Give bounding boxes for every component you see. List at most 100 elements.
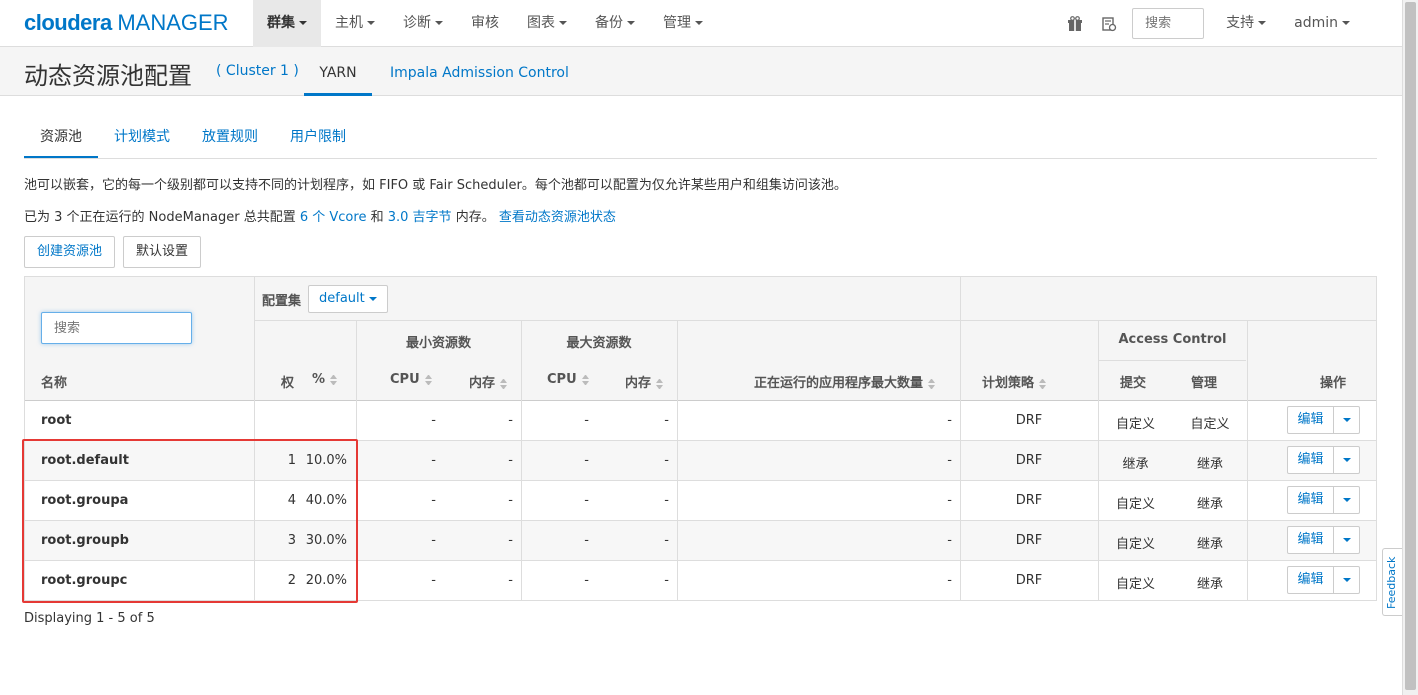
chevron-down-icon [1342,498,1351,502]
admin-access: 继承 [1196,537,1223,552]
chevron-down-icon [1342,578,1351,582]
config-set-dropdown[interactable]: default [308,285,388,313]
max-cpu: - [584,493,589,508]
tab-placement-rules[interactable]: 放置规则 [186,121,274,159]
max-cpu: - [584,413,589,428]
percent-column-header[interactable]: % [312,372,337,387]
divider [1247,320,1248,600]
scheduling-policy: DRF [1015,533,1043,548]
name-column-header[interactable]: 名称 [41,372,67,391]
scrollbar-thumb[interactable] [1405,2,1416,690]
max-cpu-column-header[interactable]: CPU [547,372,589,387]
edit-dropdown-toggle[interactable] [1334,566,1360,594]
cloudera-manager-logo[interactable]: cloudera MANAGER [24,10,229,36]
max-running-apps-column-header[interactable]: 正在运行的应用程序最大数量 [754,372,935,391]
min-memory: - [508,533,513,548]
default-settings-button[interactable]: 默认设置 [123,236,202,268]
max-memory-column-header[interactable]: 内存 [625,372,663,391]
menu-clusters[interactable]: 群集 [253,0,321,47]
submit-access: 自定义 [1115,577,1155,592]
edit-button-group: 编辑 [1287,486,1360,514]
scheduling-policy: DRF [1015,573,1043,588]
menu-support[interactable]: 支持 [1212,0,1280,47]
memory-link[interactable]: 3.0 吉字节 [388,210,452,225]
menu-backup[interactable]: 备份 [581,0,649,47]
edit-dropdown-toggle[interactable] [1334,526,1360,554]
tab-user-limits[interactable]: 用户限制 [274,121,362,159]
chevron-down-icon [1342,538,1351,542]
menu-administration[interactable]: 管理 [649,0,717,47]
divider [254,320,1376,321]
feedback-tab[interactable]: Feedback [1382,548,1402,616]
menu-hosts[interactable]: 主机 [321,0,389,47]
global-search-input[interactable] [1132,8,1205,39]
edit-dropdown-toggle[interactable] [1334,446,1360,474]
edit-button[interactable]: 编辑 [1287,406,1334,434]
chevron-down-icon [367,21,375,25]
divider [960,277,961,600]
max-memory: - [664,573,669,588]
chevron-down-icon [299,21,307,25]
parcel-icon[interactable] [1058,0,1092,47]
edit-dropdown-toggle[interactable] [1334,486,1360,514]
max-running-apps: - [947,533,952,548]
create-pool-button[interactable]: 创建资源池 [24,236,116,268]
edit-button[interactable]: 编辑 [1287,566,1334,594]
sort-icon [1039,379,1046,389]
max-memory: - [664,533,669,548]
vertical-scrollbar[interactable] [1402,0,1418,695]
weight-column-header[interactable]: 权 [281,372,294,391]
max-running-apps: - [947,573,952,588]
edit-button-group: 编辑 [1287,446,1360,474]
tabs-divider [24,158,1377,159]
pool-status-link[interactable]: 查看动态资源池状态 [499,210,616,225]
edit-button[interactable]: 编辑 [1287,486,1334,514]
max-memory: - [664,413,669,428]
vcore-link[interactable]: 6 个 Vcore [300,210,367,225]
pagination-info: Displaying 1 - 5 of 5 [24,611,155,626]
edit-dropdown-toggle[interactable] [1334,406,1360,434]
table-search-input[interactable] [41,312,192,344]
min-cpu: - [431,453,436,468]
chevron-down-icon [435,21,443,25]
tab-schedule-mode[interactable]: 计划模式 [98,121,186,159]
scheduling-policy-column-header[interactable]: 计划策略 [982,372,1046,391]
resource-pool-tabs: 资源池 计划模式 放置规则 用户限制 [24,121,362,159]
submit-access: 自定义 [1115,537,1155,552]
max-memory: - [664,453,669,468]
tab-impala-admission-control[interactable]: Impala Admission Control [390,47,569,96]
min-memory-column-header[interactable]: 内存 [469,372,507,391]
admin-access: 自定义 [1190,417,1230,432]
max-cpu: - [584,453,589,468]
admin-access: 继承 [1196,497,1223,512]
chevron-down-icon [1342,458,1351,462]
cluster-link[interactable]: ( Cluster 1 ) [216,63,299,79]
min-cpu-column-header[interactable]: CPU [390,372,432,387]
menu-audits[interactable]: 审核 [457,0,513,47]
tab-yarn[interactable]: YARN [304,47,372,96]
chevron-down-icon [695,21,703,25]
menu-charts[interactable]: 图表 [513,0,581,47]
chevron-down-icon [559,21,567,25]
scheduling-policy: DRF [1015,493,1043,508]
edit-button[interactable]: 编辑 [1287,446,1334,474]
admin-column-header: 管理 [1191,376,1218,391]
scheduling-policy: DRF [1015,413,1043,428]
chevron-down-icon [1342,418,1351,422]
chevron-down-icon [627,21,635,25]
edit-button-group: 编辑 [1287,406,1360,434]
sort-icon [500,379,507,389]
pool-name: root [41,413,72,428]
max-resources-header: 最大资源数 [566,336,632,351]
max-running-apps: - [947,493,952,508]
resource-summary: 已为 3 个正在运行的 NodeManager 总共配置 6 个 Vcore 和… [24,210,616,225]
menu-diagnostics[interactable]: 诊断 [389,0,457,47]
edit-button[interactable]: 编辑 [1287,526,1334,554]
main-menu: 群集 主机 诊断 审核 图表 备份 管理 [253,0,717,47]
menu-user[interactable]: admin [1280,0,1402,47]
description-line: 池可以嵌套，它的每一个级别都可以支持不同的计划程序，如 FIFO 或 Fair … [24,178,847,193]
sort-icon [330,375,337,385]
chevron-down-icon [1342,21,1350,25]
tab-resource-pools[interactable]: 资源池 [24,121,98,159]
running-commands-icon[interactable] [1092,0,1126,47]
